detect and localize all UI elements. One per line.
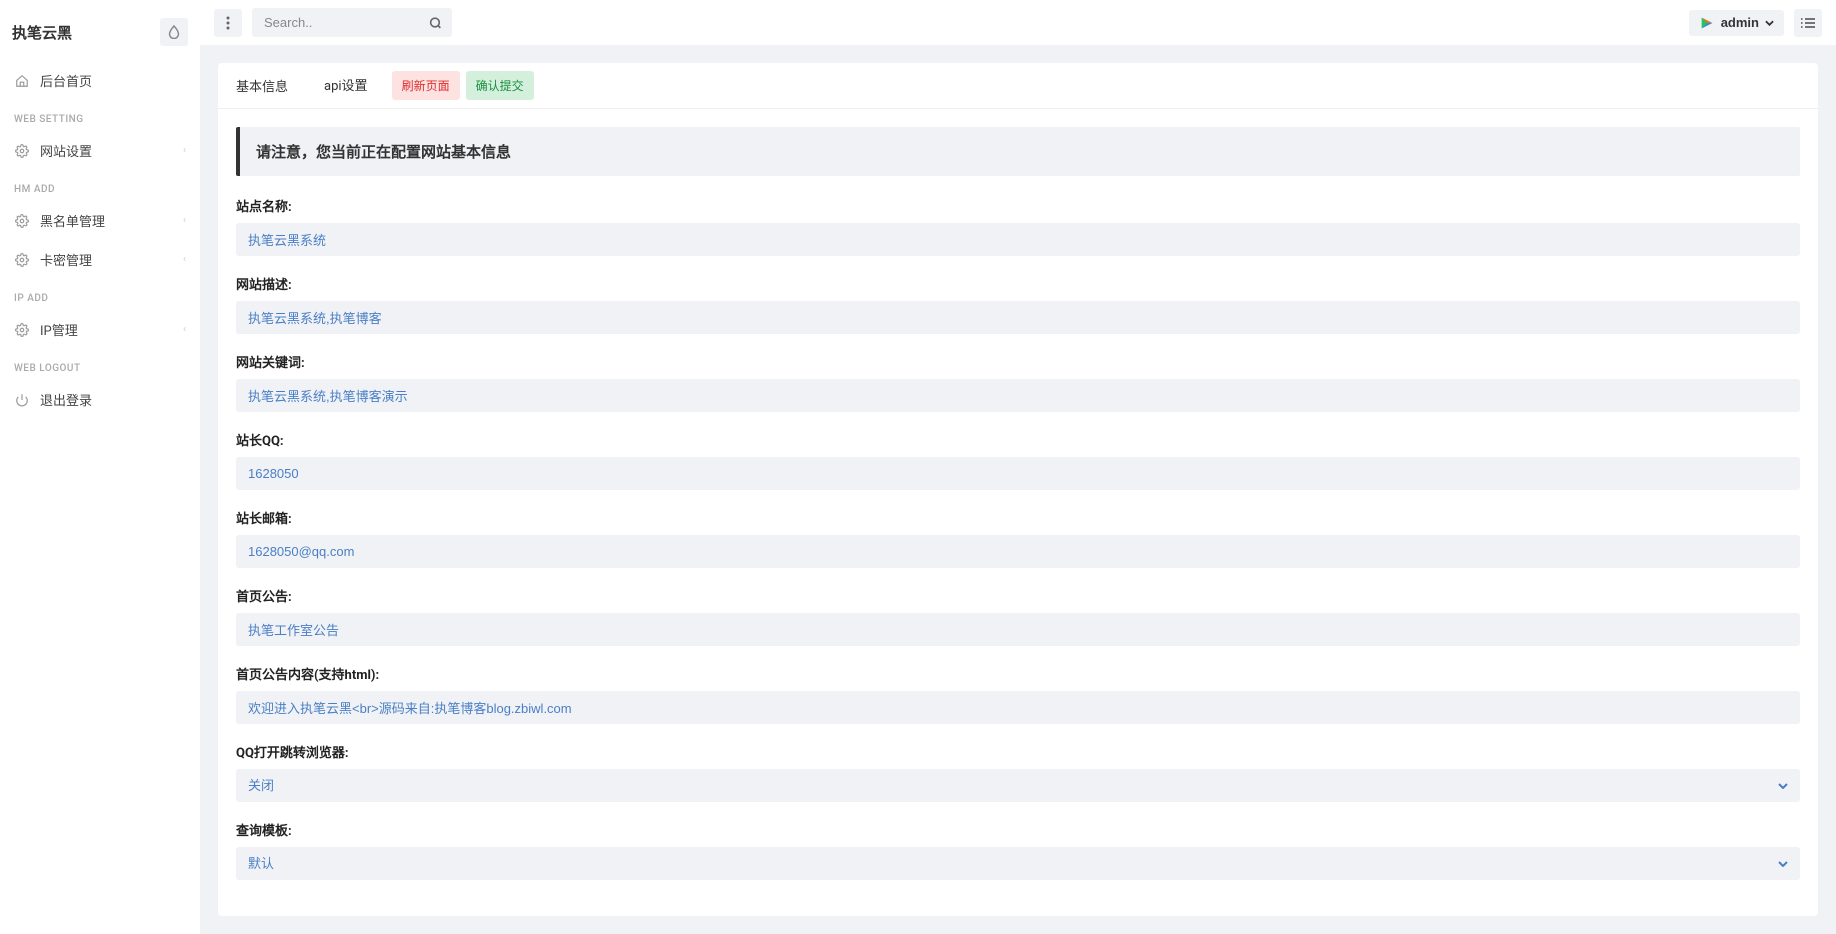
label-site-name: 站点名称: bbox=[236, 196, 1800, 215]
chevron-left-icon: ‹ bbox=[183, 324, 186, 335]
theme-toggle-button[interactable] bbox=[160, 18, 188, 46]
form-group-admin-qq: 站长QQ: bbox=[236, 430, 1800, 490]
tab-basic-info[interactable]: 基本信息 bbox=[218, 64, 306, 108]
app-title: 执笔云黑 bbox=[12, 22, 72, 43]
chevron-left-icon: ‹ bbox=[183, 254, 186, 265]
select-query-template[interactable]: 默认 bbox=[236, 847, 1800, 880]
form-group-home-notice-content: 首页公告内容(支持html): bbox=[236, 664, 1800, 724]
select-qq-jump[interactable]: 关闭 bbox=[236, 769, 1800, 802]
alert-notice: 请注意，您当前正在配置网站基本信息 bbox=[236, 127, 1800, 176]
search-input[interactable] bbox=[252, 8, 452, 37]
nav-label: 黑名单管理 bbox=[40, 211, 183, 230]
nav-section-web-logout: WEB LOGOUT bbox=[0, 349, 200, 380]
label-admin-email: 站长邮箱: bbox=[236, 508, 1800, 527]
nav-web-settings[interactable]: 网站设置 ‹ bbox=[0, 131, 200, 170]
nav-section-web-setting: WEB SETTING bbox=[0, 100, 200, 131]
input-home-notice-content[interactable] bbox=[236, 691, 1800, 724]
label-site-desc: 网站描述: bbox=[236, 274, 1800, 293]
sidebar: 执笔云黑 后台首页 WEB SETTING 网站设置 ‹ HM ADD bbox=[0, 0, 200, 934]
tab-actions: 刷新页面 确认提交 bbox=[386, 63, 540, 108]
nav-label: 卡密管理 bbox=[40, 250, 183, 269]
power-icon bbox=[14, 393, 30, 407]
tab-api-settings[interactable]: api设置 bbox=[306, 63, 386, 108]
nav-label: 退出登录 bbox=[40, 390, 186, 409]
input-site-desc[interactable] bbox=[236, 301, 1800, 334]
card: 基本信息 api设置 刷新页面 确认提交 请注意，您当前正在配置网站基本信息 站… bbox=[218, 63, 1818, 916]
label-home-notice-content: 首页公告内容(支持html): bbox=[236, 664, 1800, 683]
nav-ip[interactable]: IP管理 ‹ bbox=[0, 310, 200, 349]
label-site-keywords: 网站关键词: bbox=[236, 352, 1800, 371]
nav-label: 网站设置 bbox=[40, 141, 183, 160]
input-site-keywords[interactable] bbox=[236, 379, 1800, 412]
tab-label: api设置 bbox=[324, 79, 368, 94]
chevron-left-icon: ‹ bbox=[183, 215, 186, 226]
content: 基本信息 api设置 刷新页面 确认提交 请注意，您当前正在配置网站基本信息 站… bbox=[200, 45, 1836, 934]
nav-card-key[interactable]: 卡密管理 ‹ bbox=[0, 240, 200, 279]
form-group-qq-jump: QQ打开跳转浏览器: 关闭 bbox=[236, 742, 1800, 802]
right-panel-toggle-button[interactable] bbox=[1794, 9, 1822, 37]
gear-icon bbox=[14, 214, 30, 228]
gear-icon bbox=[14, 253, 30, 267]
menu-toggle-button[interactable] bbox=[214, 9, 242, 37]
submit-button[interactable]: 确认提交 bbox=[466, 71, 534, 100]
label-qq-jump: QQ打开跳转浏览器: bbox=[236, 742, 1800, 761]
nav-section-ip-add: IP ADD bbox=[0, 279, 200, 310]
tabs: 基本信息 api设置 刷新页面 确认提交 bbox=[218, 63, 1818, 109]
gear-icon bbox=[14, 323, 30, 337]
list-icon bbox=[1801, 17, 1815, 29]
form-group-admin-email: 站长邮箱: bbox=[236, 508, 1800, 568]
gear-icon bbox=[14, 144, 30, 158]
nav-home[interactable]: 后台首页 bbox=[0, 61, 200, 100]
user-menu-button[interactable]: admin bbox=[1689, 10, 1784, 36]
form-group-query-template: 查询模板: 默认 bbox=[236, 820, 1800, 880]
chevron-down-icon bbox=[1765, 20, 1774, 26]
nav-home-label: 后台首页 bbox=[40, 71, 186, 90]
topbar: admin bbox=[200, 0, 1836, 45]
nav-label: IP管理 bbox=[40, 320, 183, 339]
form-group-site-name: 站点名称: bbox=[236, 196, 1800, 256]
nav-blacklist[interactable]: 黑名单管理 ‹ bbox=[0, 201, 200, 240]
user-logo-icon bbox=[1699, 15, 1715, 31]
form-group-site-keywords: 网站关键词: bbox=[236, 352, 1800, 412]
input-admin-email[interactable] bbox=[236, 535, 1800, 568]
label-home-notice: 首页公告: bbox=[236, 586, 1800, 605]
sidebar-header: 执笔云黑 bbox=[0, 10, 200, 61]
chevron-left-icon: ‹ bbox=[183, 145, 186, 156]
main: admin 基本信息 api设置 刷新页面 确认提交 bbox=[200, 0, 1836, 934]
input-admin-qq[interactable] bbox=[236, 457, 1800, 490]
more-vertical-icon bbox=[226, 16, 230, 30]
label-query-template: 查询模板: bbox=[236, 820, 1800, 839]
input-site-name[interactable] bbox=[236, 223, 1800, 256]
input-home-notice[interactable] bbox=[236, 613, 1800, 646]
form-group-home-notice: 首页公告: bbox=[236, 586, 1800, 646]
nav-section-hm-add: HM ADD bbox=[0, 170, 200, 201]
label-admin-qq: 站长QQ: bbox=[236, 430, 1800, 449]
form-group-site-desc: 网站描述: bbox=[236, 274, 1800, 334]
refresh-button[interactable]: 刷新页面 bbox=[392, 71, 460, 100]
droplet-icon bbox=[168, 25, 180, 39]
home-icon bbox=[14, 74, 30, 88]
user-name: admin bbox=[1721, 15, 1759, 30]
tab-label: 基本信息 bbox=[236, 80, 288, 95]
nav-logout[interactable]: 退出登录 bbox=[0, 380, 200, 419]
search-wrap bbox=[252, 8, 452, 37]
form-area: 请注意，您当前正在配置网站基本信息 站点名称: 网站描述: 网站关键词: bbox=[218, 109, 1818, 916]
